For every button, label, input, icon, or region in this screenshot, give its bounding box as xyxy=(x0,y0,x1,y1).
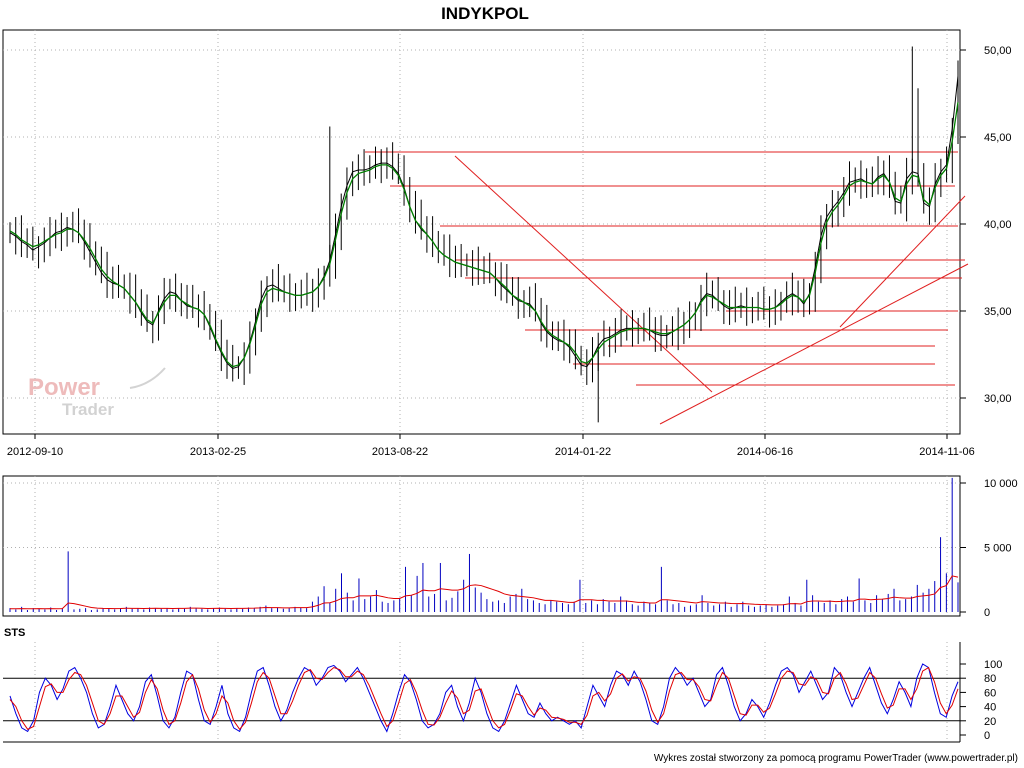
volume-y-axis: 0 5 000 10 000 xyxy=(960,478,1018,619)
price-tick-label: 30,00 xyxy=(984,393,1012,405)
sts-tick-label: 60 xyxy=(984,687,996,699)
date-x-axis: 2012-09-10 2013-02-25 2013-08-22 2014-01-22… xyxy=(7,434,975,458)
volume-average-line xyxy=(10,575,959,610)
price-tick-label: 50,00 xyxy=(984,45,1012,57)
price-series xyxy=(9,46,959,423)
price-panel-frame xyxy=(2,29,961,435)
date-tick-label: 2014-01-22 xyxy=(555,446,611,458)
watermark-line2: Trader xyxy=(62,400,114,419)
chart-title: INDYKPOL xyxy=(441,4,529,23)
price-tick-label: 40,00 xyxy=(984,219,1012,231)
powertrader-watermark: Power Trader xyxy=(28,367,166,419)
footer-credit: Wykres został stworzony za pomocą progra… xyxy=(654,753,1018,764)
trend-line xyxy=(659,263,969,425)
date-tick-label: 2012-09-10 xyxy=(7,446,63,458)
date-tick-label: 2014-11-06 xyxy=(919,446,974,458)
price-moving-average-line xyxy=(9,102,959,368)
price-y-axis: 30,00 35,00 40,00 45,00 50,00 xyxy=(960,45,1012,405)
sts-tick-label: 80 xyxy=(984,673,996,685)
sts-tick-label: 40 xyxy=(984,702,996,714)
date-tick-label: 2014-06-16 xyxy=(737,446,793,458)
price-tick-label: 35,00 xyxy=(984,306,1012,318)
price-tick-label: 45,00 xyxy=(984,132,1012,144)
sts-series xyxy=(3,663,960,733)
date-tick-label: 2013-08-22 xyxy=(372,446,428,458)
sts-tick-label: 20 xyxy=(984,716,996,728)
volume-series xyxy=(9,477,959,612)
volume-tick-label: 0 xyxy=(984,607,990,619)
price-close-line xyxy=(9,76,959,369)
grid xyxy=(3,30,960,742)
trend-line xyxy=(454,155,713,393)
volume-tick-label: 5 000 xyxy=(984,543,1012,555)
trend-line xyxy=(839,195,966,328)
sts-y-axis: 0 20 40 60 80 100 xyxy=(960,659,1002,742)
date-tick-label: 2013-02-25 xyxy=(190,446,246,458)
volume-tick-label: 10 000 xyxy=(984,478,1018,490)
sts-label: STS xyxy=(4,627,25,639)
watermark-line1: Power xyxy=(28,374,100,401)
chart-canvas: INDYKPOL Power Trader 30,00 35,00 40,00 45,… xyxy=(2,4,1018,764)
sts-tick-label: 100 xyxy=(984,659,1002,671)
sts-tick-label: 0 xyxy=(984,730,990,742)
